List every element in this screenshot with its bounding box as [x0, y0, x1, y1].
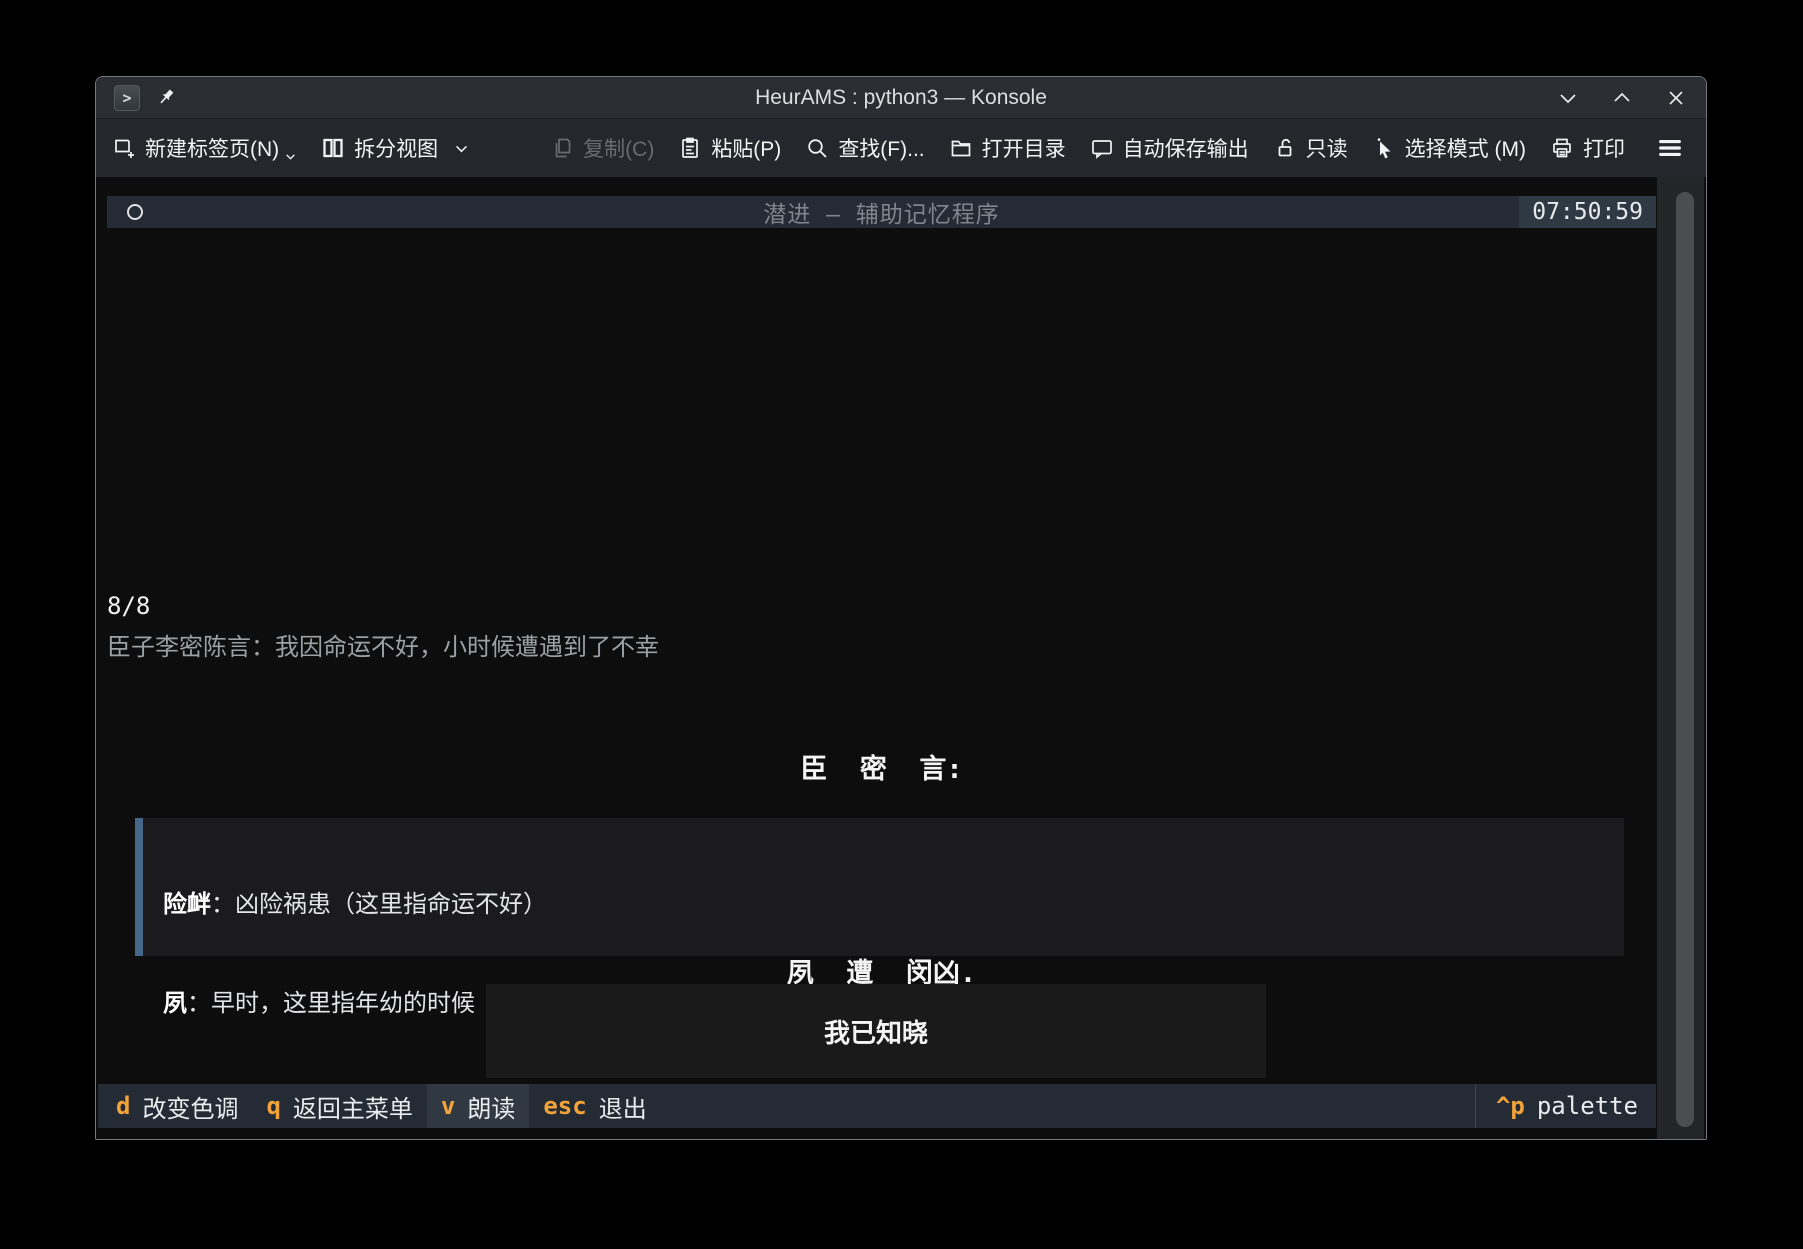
key-label: 朗读	[467, 1089, 515, 1124]
paste-icon	[678, 136, 702, 160]
keybinding-change-theme[interactable]: d 改变色调	[102, 1084, 252, 1128]
chevron-down-icon	[453, 140, 470, 157]
verse-line: 臣 密 言:	[107, 753, 1656, 787]
annotation-term: 夙	[163, 989, 187, 1017]
translation-hint: 臣子李密陈言：我因命运不好，小时候遭遇到了不幸	[107, 627, 659, 662]
acknowledge-button[interactable]: 我已知晓	[486, 984, 1266, 1078]
annotation-def: ：凶险祸患（这里指命运不好）	[211, 890, 547, 918]
key-hint: q	[266, 1092, 280, 1120]
toolbar: 新建标签页(N) 拆分视图	[96, 119, 1706, 177]
find-button[interactable]: 查找(F)...	[805, 133, 924, 163]
app-title: 潜进 – 辅助记忆程序	[107, 195, 1656, 229]
find-label: 查找(F)...	[838, 133, 924, 163]
desktop-background: > HeurAMS : python3 — Konsole	[0, 0, 1803, 1249]
menu-button[interactable]	[1656, 134, 1684, 162]
copy-label: 复制(C)	[583, 133, 654, 163]
print-button[interactable]: 打印	[1550, 133, 1625, 163]
command-palette-hint[interactable]: ^p palette	[1475, 1084, 1656, 1128]
key-label: palette	[1537, 1092, 1638, 1120]
maximize-icon[interactable]	[1610, 86, 1634, 110]
scrollbar-thumb[interactable]	[1676, 192, 1694, 1127]
key-hint: esc	[543, 1092, 586, 1120]
progress-counter: 8/8	[107, 592, 150, 620]
keybinding-exit[interactable]: esc 退出	[529, 1084, 660, 1128]
annotation-panel: 险衅：凶险祸患（这里指命运不好） 夙：早时，这里指年幼的时候 闵：通'悯'，指可…	[135, 818, 1624, 956]
terminal-screen: 潜进 – 辅助记忆程序 07:50:59 8/8 臣子李密陈言：我因命运不好，小…	[96, 177, 1706, 1139]
clock: 07:50:59	[1519, 196, 1656, 228]
print-label: 打印	[1583, 133, 1625, 163]
tui-header-bar: 潜进 – 辅助记忆程序 07:50:59	[107, 196, 1656, 228]
window-controls	[1556, 86, 1688, 110]
hamburger-icon	[1656, 134, 1684, 162]
autosave-output-button[interactable]: 自动保存输出	[1090, 133, 1249, 163]
window-title: HeurAMS : python3 — Konsole	[96, 86, 1706, 110]
folder-icon	[949, 136, 973, 160]
title-bar: > HeurAMS : python3 — Konsole	[96, 77, 1706, 119]
tui-footer-bar: d 改变色调 q 返回主菜单 v 朗读 esc 退出 ^p palette	[98, 1084, 1656, 1128]
split-view-icon	[321, 136, 345, 160]
annotation-line: 险衅：凶险祸患（这里指命运不好）	[163, 888, 1624, 921]
key-hint: d	[116, 1092, 130, 1120]
printer-icon	[1550, 136, 1574, 160]
key-label: 返回主菜单	[293, 1089, 413, 1124]
new-tab-icon	[112, 136, 136, 160]
new-tab-label: 新建标签页(N)	[145, 133, 279, 163]
new-tab-button[interactable]: 新建标签页(N)	[112, 133, 297, 163]
keybinding-read-aloud[interactable]: v 朗读	[427, 1084, 529, 1128]
key-hint: v	[441, 1092, 455, 1120]
minimize-icon[interactable]	[1556, 86, 1580, 110]
konsole-window: > HeurAMS : python3 — Konsole	[95, 76, 1707, 1140]
read-only-label: 只读	[1306, 133, 1348, 163]
read-only-button[interactable]: 只读	[1273, 133, 1348, 163]
search-icon	[805, 136, 829, 160]
copy-icon	[550, 136, 574, 160]
open-directory-label: 打开目录	[982, 133, 1066, 163]
close-icon[interactable]	[1664, 86, 1688, 110]
annotation-def: ：早时，这里指年幼的时候	[187, 989, 475, 1017]
unlock-icon	[1273, 136, 1297, 160]
annotation-term: 险衅	[163, 890, 211, 918]
cursor-icon	[1372, 136, 1396, 160]
key-label: 退出	[599, 1089, 647, 1124]
select-mode-button[interactable]: 选择模式 (M)	[1372, 133, 1526, 163]
paste-button[interactable]: 粘贴(P)	[678, 133, 781, 163]
select-mode-label: 选择模式 (M)	[1405, 133, 1526, 163]
key-hint: ^p	[1496, 1092, 1525, 1120]
paste-label: 粘贴(P)	[711, 133, 781, 163]
speech-bubble-icon	[1090, 136, 1114, 160]
open-directory-button[interactable]: 打开目录	[949, 133, 1066, 163]
split-view-button[interactable]: 拆分视图	[321, 133, 470, 163]
copy-button: 复制(C)	[550, 133, 654, 163]
scrollbar-track[interactable]	[1657, 177, 1704, 1139]
chevron-down-icon	[284, 150, 297, 163]
split-view-label: 拆分视图	[354, 133, 438, 163]
key-label: 改变色调	[142, 1089, 238, 1124]
autosave-output-label: 自动保存输出	[1123, 133, 1249, 163]
keybinding-main-menu[interactable]: q 返回主菜单	[252, 1084, 426, 1128]
